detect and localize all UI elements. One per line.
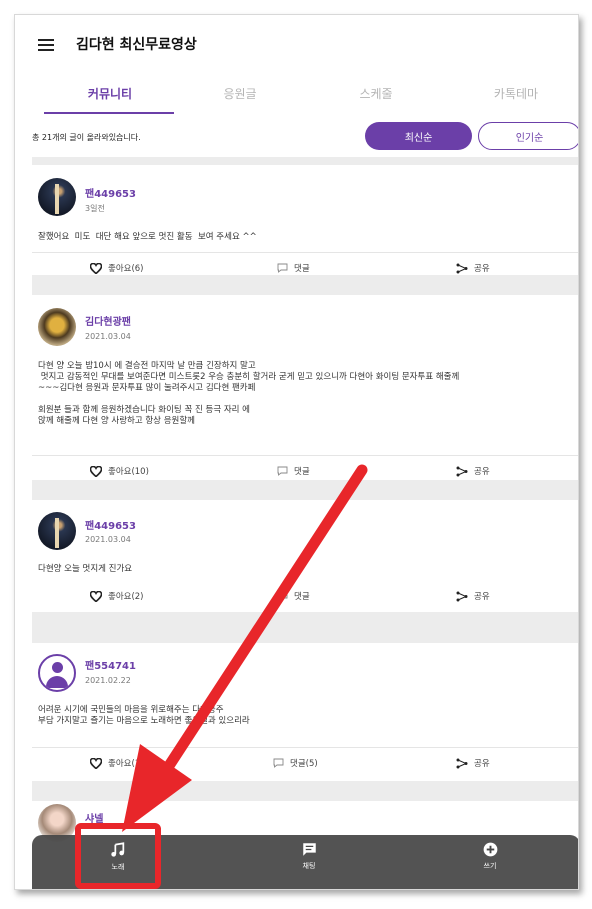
like-count: 좋아요(2) xyxy=(108,592,144,602)
share-button[interactable]: 공유 xyxy=(456,465,490,477)
default-user-avatar[interactable] xyxy=(38,654,76,692)
heart-icon xyxy=(90,590,102,602)
like-count: 좋아요(14) xyxy=(108,759,149,769)
post-actions: 좋아요(14) 댓글(5) 공유 xyxy=(32,747,578,777)
sort-latest-button[interactable]: 최신순 xyxy=(365,122,472,150)
night-tower-avatar[interactable] xyxy=(38,512,76,550)
music-note-icon xyxy=(111,842,125,857)
post-count-text: 총 21개의 글이 올라와있습니다. xyxy=(32,133,141,142)
post-card[interactable]: 팬554741 2021.02.22 어려운 시기에 국민들의 마음을 위로해주… xyxy=(32,643,578,781)
share-label: 공유 xyxy=(474,467,490,477)
post-author[interactable]: 김다현광팬 xyxy=(85,313,131,328)
comment-button[interactable]: 댓글(5) xyxy=(273,757,318,769)
like-button[interactable]: 좋아요(14) xyxy=(90,757,149,769)
share-button[interactable]: 공유 xyxy=(456,590,490,602)
share-button[interactable]: 공유 xyxy=(456,262,490,274)
post-card[interactable]: 팬449653 2021.03.04 다현양 오늘 멋지게 진가요 좋아요(2)… xyxy=(32,500,578,612)
heart-icon xyxy=(90,757,102,769)
share-icon xyxy=(456,591,468,601)
tab-bar: 커뮤니티 응원글 스케줄 카톡테마 xyxy=(32,75,578,115)
menu-icon[interactable] xyxy=(38,39,54,51)
nav-songs[interactable]: 노래 xyxy=(78,842,158,872)
comment-button[interactable]: 댓글 xyxy=(277,465,310,477)
tab-kakao-theme[interactable]: 카톡테마 xyxy=(456,85,576,102)
night-tower-avatar[interactable] xyxy=(38,178,76,216)
share-icon xyxy=(456,758,468,768)
sort-bar: 총 21개의 글이 올라와있습니다. 최신순 인기순 xyxy=(32,115,578,157)
helmet-avatar[interactable] xyxy=(38,308,76,346)
post-date: 2021.02.22 xyxy=(85,676,131,685)
nav-write[interactable]: 쓰기 xyxy=(450,842,530,871)
app-screen: 김다현 최신무료영상 커뮤니티 응원글 스케줄 카톡테마 총 21개의 글이 올… xyxy=(32,15,578,889)
comment-label: 댓글 xyxy=(294,592,310,602)
post-actions: 좋아요(6) 댓글 공유 xyxy=(32,252,578,282)
top-app-bar: 김다현 최신무료영상 xyxy=(32,15,578,75)
nav-chat-label: 채팅 xyxy=(302,862,316,870)
comment-button[interactable]: 댓글 xyxy=(277,262,310,274)
post-actions: 좋아요(10) 댓글 공유 xyxy=(32,455,578,485)
comment-icon xyxy=(277,263,288,273)
comment-label: 댓글 xyxy=(294,264,310,274)
comment-label: 댓글(5) xyxy=(290,759,318,769)
like-button[interactable]: 좋아요(2) xyxy=(90,590,144,602)
like-count: 좋아요(6) xyxy=(108,264,144,274)
post-date: 2021.03.04 xyxy=(85,535,131,544)
share-icon xyxy=(456,263,468,273)
tab-community[interactable]: 커뮤니티 xyxy=(50,85,170,102)
app-title: 김다현 최신무료영상 xyxy=(76,37,197,53)
like-count: 좋아요(10) xyxy=(108,467,149,477)
post-author[interactable]: 팬449653 xyxy=(85,517,136,532)
plus-circle-icon xyxy=(483,842,497,857)
post-date: 2021.03.04 xyxy=(85,332,131,341)
comment-icon xyxy=(273,758,284,768)
post-author[interactable]: 팬554741 xyxy=(85,657,136,672)
like-button[interactable]: 좋아요(6) xyxy=(90,262,144,274)
tab-schedule[interactable]: 스케줄 xyxy=(316,85,436,102)
post-body: 잘했어요 미도 대단 해요 앞으로 멋진 활동 보여 주세요 ^^ xyxy=(38,232,257,242)
comment-icon xyxy=(277,466,288,476)
active-tab-indicator xyxy=(44,112,174,114)
post-card[interactable]: 팬449653 3일전 잘했어요 미도 대단 해요 앞으로 멋진 활동 보여 주… xyxy=(32,165,578,275)
nav-write-label: 쓰기 xyxy=(483,862,497,870)
nav-songs-label: 노래 xyxy=(111,863,125,871)
comment-icon xyxy=(277,591,288,601)
like-button[interactable]: 좋아요(10) xyxy=(90,465,149,477)
heart-icon xyxy=(90,262,102,274)
nav-chat[interactable]: 채팅 xyxy=(269,842,349,871)
heart-icon xyxy=(90,465,102,477)
comment-label: 댓글 xyxy=(294,467,310,477)
phone-screenshot-frame: 김다현 최신무료영상 커뮤니티 응원글 스케줄 카톡테마 총 21개의 글이 올… xyxy=(14,14,579,890)
bottom-navigation: 노래 채팅 쓰기 xyxy=(32,835,578,889)
post-author[interactable]: 샤넬 xyxy=(85,810,103,825)
share-button[interactable]: 공유 xyxy=(456,757,490,769)
post-body: 다현양 오늘 멋지게 진가요 xyxy=(38,564,133,574)
post-body: 다현 양 오늘 밤10시 에 결승전 마지막 날 만큼 긴장하지 말고 멋지고 … xyxy=(38,361,460,426)
comment-button[interactable]: 댓글 xyxy=(277,590,310,602)
chat-icon xyxy=(302,843,316,856)
post-body: 어려운 시기에 국민들의 마음을 위로해주는 다현공주 부담 가지말고 즐기는 … xyxy=(38,705,250,726)
post-actions: 좋아요(2) 댓글 공유 xyxy=(32,586,578,616)
share-icon xyxy=(456,466,468,476)
tab-cheer-posts[interactable]: 응원글 xyxy=(180,85,300,102)
post-date: 3일전 xyxy=(85,204,105,213)
share-label: 공유 xyxy=(474,264,490,274)
sort-popular-button[interactable]: 인기순 xyxy=(478,122,578,150)
share-label: 공유 xyxy=(474,759,490,769)
share-label: 공유 xyxy=(474,592,490,602)
post-card[interactable]: 김다현광팬 2021.03.04 다현 양 오늘 밤10시 에 결승전 마지막 … xyxy=(32,295,578,480)
post-author[interactable]: 팬449653 xyxy=(85,185,136,200)
